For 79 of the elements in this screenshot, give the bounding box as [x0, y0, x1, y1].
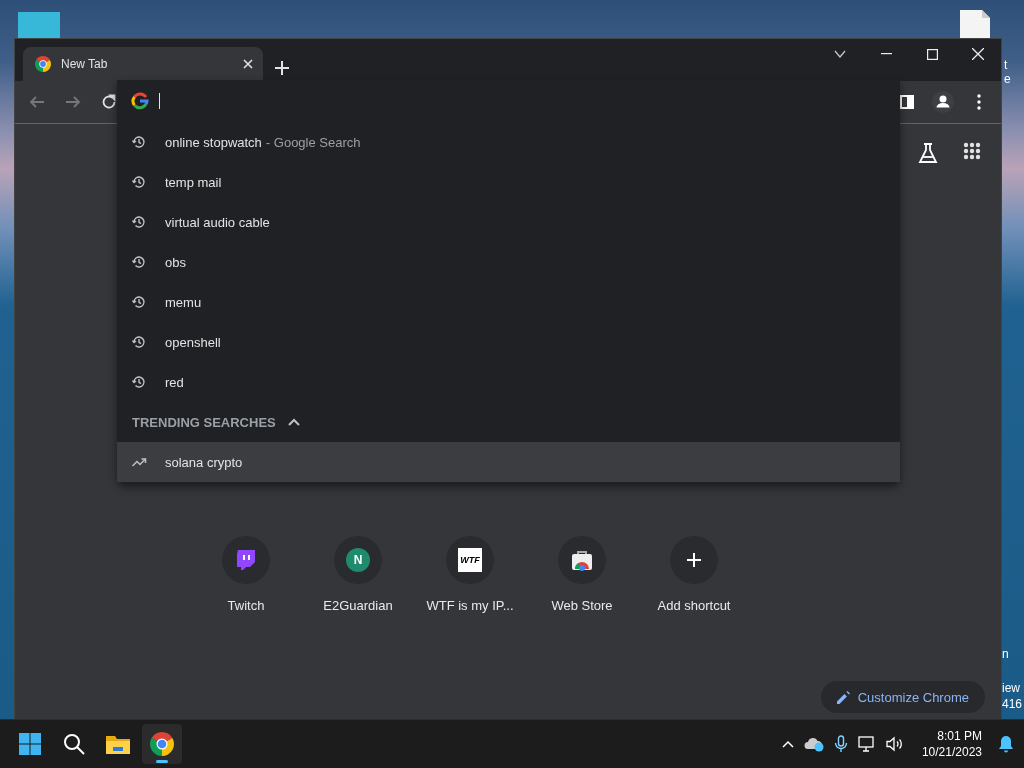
reload-icon[interactable] [101, 94, 117, 110]
history-icon [131, 214, 147, 230]
site-icon: WTF [458, 548, 482, 572]
desktop-label: 416 [1002, 696, 1023, 712]
network-monitor-icon[interactable] [857, 736, 876, 752]
chevron-up-icon[interactable] [287, 418, 300, 426]
suggestion-text: online stopwatch [165, 134, 262, 150]
suggestion-text: solana crypto [165, 454, 243, 470]
history-icon [131, 334, 147, 350]
cloud-icon[interactable] [803, 736, 824, 752]
suggestion-row[interactable]: temp mail [117, 162, 900, 202]
desktop-label: t [1004, 58, 1009, 72]
history-icon [131, 134, 147, 150]
tab-title: New Tab [61, 57, 109, 71]
shortcut-label[interactable]: Web Store [551, 598, 613, 613]
history-icon [131, 254, 147, 270]
chevron-down-icon[interactable] [834, 50, 846, 58]
suggestion-row[interactable]: openshell [117, 322, 900, 362]
shortcut-tile[interactable]: N [334, 536, 382, 584]
suggestion-row[interactable]: red [117, 362, 900, 402]
taskbar-button[interactable] [142, 724, 182, 764]
shortcut-tile[interactable] [670, 536, 718, 584]
browser-tab[interactable]: New Tab [23, 47, 263, 81]
suggestion-description: - Google Search [265, 134, 361, 150]
section-header: TRENDING SEARCHES [132, 414, 276, 430]
letter-icon: N [346, 548, 370, 572]
bell-icon[interactable] [998, 735, 1014, 753]
suggestion-text: openshell [165, 334, 221, 350]
store-bag-icon [570, 548, 594, 572]
folder-icon [105, 733, 131, 755]
history-icon [131, 294, 147, 310]
forward-arrow-icon[interactable] [65, 94, 81, 110]
suggestion-row[interactable]: obs [117, 242, 900, 282]
shortcut-label[interactable]: Add shortcut [657, 598, 731, 613]
shortcut-tile[interactable]: WTF [446, 536, 494, 584]
history-icon [131, 374, 147, 390]
suggestion-row[interactable]: solana crypto [117, 442, 900, 482]
microphone-icon[interactable] [833, 735, 848, 753]
twitch-icon [234, 548, 258, 572]
suggestion-row[interactable]: online stopwatch - Google Search [117, 122, 900, 162]
side-panel-icon[interactable] [900, 95, 914, 109]
shortcut-label[interactable]: Twitch [227, 598, 265, 613]
clock-time[interactable]: 8:01 PM [937, 728, 982, 744]
speaker-icon[interactable] [885, 736, 904, 752]
more-icon[interactable] [977, 94, 981, 110]
flask-icon[interactable] [917, 142, 939, 164]
suggestion-text: virtual audio cable [165, 214, 270, 230]
new-tab-icon[interactable] [275, 61, 289, 75]
history-icon [131, 174, 147, 190]
close-icon[interactable] [243, 59, 253, 69]
shortcut-label[interactable]: E2Guardian [323, 598, 393, 613]
suggestion-row[interactable]: virtual audio cable [117, 202, 900, 242]
shortcut-tile[interactable] [558, 536, 606, 584]
pencil-icon [836, 690, 850, 704]
suggestion-text: memu [165, 294, 202, 310]
back-arrow-icon[interactable] [29, 94, 45, 110]
desktop-label: iew [1002, 680, 1021, 696]
search-icon [62, 732, 86, 756]
maximize-icon[interactable] [926, 48, 938, 60]
shortcut-label[interactable]: WTF is my IP... [426, 598, 514, 613]
google-icon [131, 92, 149, 110]
minimize-icon[interactable] [880, 53, 892, 55]
profile-icon[interactable] [932, 91, 954, 113]
suggestion-text: red [165, 374, 184, 390]
shortcut-tile[interactable] [222, 536, 270, 584]
desktop-label: n [1002, 646, 1010, 662]
chrome-icon [150, 732, 174, 756]
windows-start-icon [18, 732, 42, 756]
suggestion-text: obs [165, 254, 186, 270]
plus-icon [686, 552, 702, 568]
document-icon[interactable] [958, 10, 992, 38]
clock-date[interactable]: 10/21/2023 [921, 744, 982, 760]
suggestion-row[interactable]: memu [117, 282, 900, 322]
customize-chrome-button[interactable]: Customize Chrome [820, 681, 985, 713]
close-icon[interactable] [972, 48, 984, 60]
desktop-label: e [1004, 72, 1011, 86]
suggestion-text: temp mail [165, 174, 222, 190]
chrome-icon [35, 56, 51, 72]
apps-grid-icon[interactable] [963, 142, 981, 160]
